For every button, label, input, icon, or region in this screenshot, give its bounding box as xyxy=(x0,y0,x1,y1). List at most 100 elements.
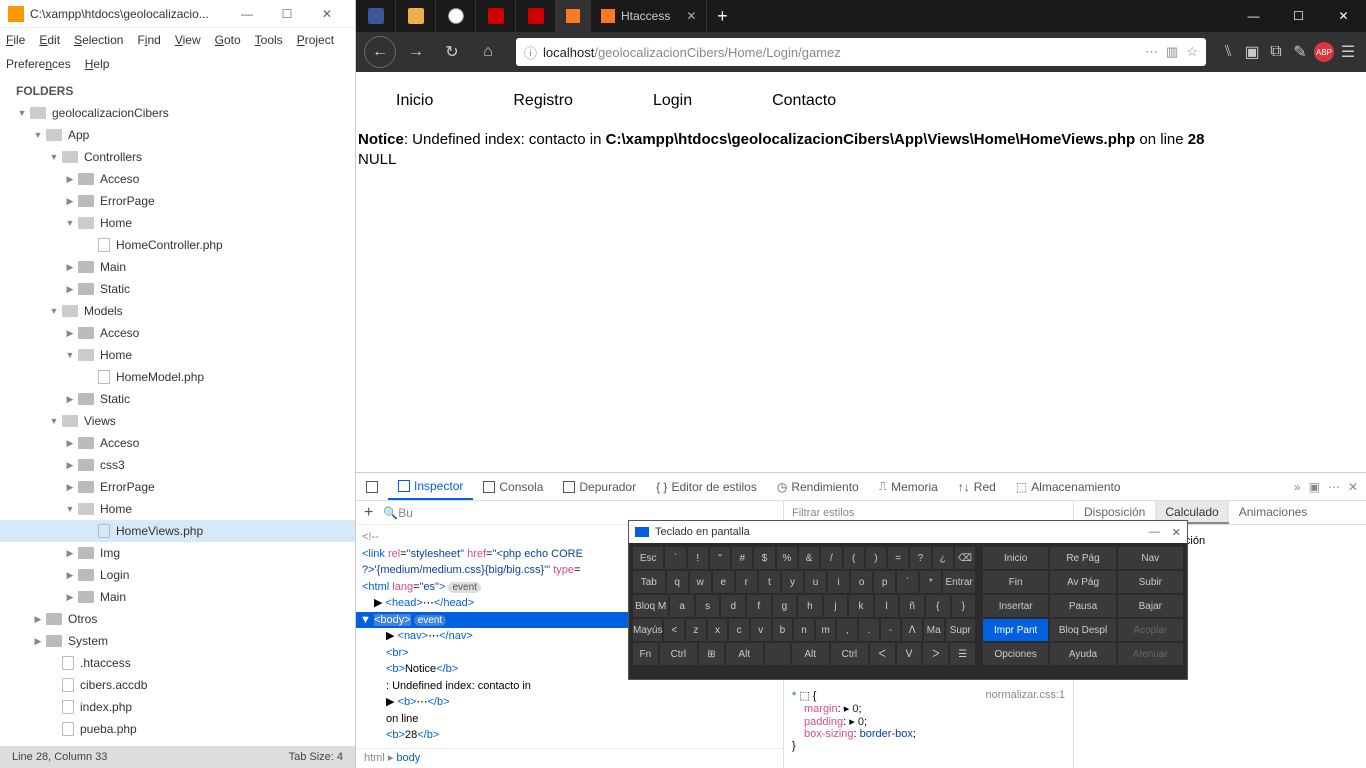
osk-key[interactable]: - xyxy=(881,619,901,641)
abp-icon[interactable]: ABP xyxy=(1314,42,1334,62)
osk-key[interactable]: d xyxy=(721,595,745,617)
tree-item[interactable]: ▼Home xyxy=(0,498,355,520)
osk-key[interactable] xyxy=(765,643,790,665)
tree-item[interactable]: ▶Acceso xyxy=(0,432,355,454)
osk-key[interactable]: ) xyxy=(866,547,886,569)
osk-key[interactable]: ´ xyxy=(897,571,918,593)
osk-key[interactable]: Ma xyxy=(924,619,944,641)
element-picker[interactable] xyxy=(356,473,388,500)
osk-key[interactable]: s xyxy=(696,595,720,617)
osk-key[interactable]: ᐯ xyxy=(897,643,922,665)
osk-key[interactable]: g xyxy=(773,595,797,617)
osk-key[interactable]: & xyxy=(799,547,819,569)
copy-icon[interactable]: ⧉ xyxy=(1266,42,1286,62)
tree-item[interactable]: cibers.accdb xyxy=(0,674,355,696)
osk-key[interactable]: Inicio xyxy=(983,547,1048,569)
tree-item[interactable]: .htaccess xyxy=(0,652,355,674)
osk-key[interactable]: Pausa xyxy=(1050,595,1115,617)
osk-key[interactable]: l xyxy=(875,595,899,617)
tree-item[interactable]: ▼geolocalizacionCibers xyxy=(0,102,355,124)
osk-key[interactable]: ? xyxy=(910,547,930,569)
osk-key[interactable]: * xyxy=(920,571,941,593)
osk-key[interactable]: t xyxy=(759,571,780,593)
osk-key[interactable]: " xyxy=(710,547,730,569)
osk-key[interactable]: Mayús xyxy=(633,619,662,641)
reload-button[interactable]: ↻ xyxy=(436,36,468,68)
menu-file[interactable]: File xyxy=(6,33,25,47)
tree-item[interactable]: ▶Acceso xyxy=(0,168,355,190)
breadcrumb[interactable]: html ▸ body xyxy=(356,748,783,768)
osk-key[interactable]: a xyxy=(670,595,694,617)
menu-selection[interactable]: Selection xyxy=(74,33,123,47)
tree-item[interactable]: ▼Controllers xyxy=(0,146,355,168)
nav-inicio[interactable]: Inicio xyxy=(396,92,433,110)
tab-close-icon[interactable]: ✕ xyxy=(686,9,696,23)
menu-help[interactable]: Help xyxy=(85,57,110,71)
bookmark-icon[interactable]: ☆ xyxy=(1186,44,1198,60)
tree-item[interactable]: ▶Login xyxy=(0,564,355,586)
tree-item[interactable]: ▶Acceso xyxy=(0,322,355,344)
maximize-button[interactable]: ☐ xyxy=(1276,1,1321,31)
info-icon[interactable]: ⓘ xyxy=(524,43,537,62)
osk-titlebar[interactable]: Teclado en pantalla — ✕ xyxy=(629,521,1187,543)
tree-item[interactable]: ▶Static xyxy=(0,388,355,410)
url-bar[interactable]: ⓘ localhost/geolocalizacionCibers/Home/L… xyxy=(516,38,1206,66)
osk-key[interactable]: r xyxy=(736,571,757,593)
osk-key[interactable]: e xyxy=(713,571,734,593)
pinned-tab-2[interactable] xyxy=(396,0,436,32)
back-button[interactable]: ← xyxy=(364,36,396,68)
tree-item[interactable]: HomeController.php xyxy=(0,234,355,256)
nav-login[interactable]: Login xyxy=(653,92,692,110)
osk-key[interactable]: y xyxy=(782,571,803,593)
osk-key[interactable]: p xyxy=(874,571,895,593)
tree-item[interactable]: ▼Home xyxy=(0,212,355,234)
osk-key[interactable]: / xyxy=(821,547,841,569)
tree-item[interactable]: HomeViews.php xyxy=(0,520,355,542)
add-icon[interactable]: + xyxy=(364,504,373,522)
tab-memory[interactable]: ⎍Memoria xyxy=(869,473,948,500)
menu-goto[interactable]: Goto xyxy=(215,33,241,47)
forward-button[interactable]: → xyxy=(400,36,432,68)
osk-key[interactable]: x xyxy=(708,619,728,641)
osk-key[interactable]: Acoplar xyxy=(1118,619,1183,641)
menu-project[interactable]: Project xyxy=(297,33,334,47)
settings-icon[interactable]: ⋯ xyxy=(1328,480,1340,494)
tree-item[interactable]: ▼Home xyxy=(0,344,355,366)
tree-item[interactable]: ▼Models xyxy=(0,300,355,322)
menu-view[interactable]: View xyxy=(175,33,201,47)
osk-key[interactable]: ᐸ xyxy=(870,643,895,665)
osk-key[interactable]: Bajar xyxy=(1118,595,1183,617)
osk-key[interactable]: ( xyxy=(844,547,864,569)
menu-icon[interactable]: ☰ xyxy=(1338,42,1358,62)
osk-key[interactable]: { xyxy=(926,595,950,617)
osk-key[interactable]: k xyxy=(849,595,873,617)
osk-key[interactable]: ⊞ xyxy=(699,643,724,665)
osk-key[interactable]: # xyxy=(732,547,752,569)
osk-key[interactable]: Esc xyxy=(633,547,663,569)
rdm-icon[interactable]: ▣ xyxy=(1309,480,1320,494)
osk-key[interactable]: ` xyxy=(665,547,685,569)
tree-item[interactable]: ▼Views xyxy=(0,410,355,432)
tab-style-editor[interactable]: { }Editor de estilos xyxy=(646,473,767,500)
osk-key[interactable]: w xyxy=(690,571,711,593)
osk-key[interactable]: Av Pág xyxy=(1050,571,1115,593)
tree-item[interactable]: ▶Main xyxy=(0,256,355,278)
pinned-tab-3[interactable] xyxy=(436,0,476,32)
close-devtools[interactable]: ✕ xyxy=(1348,480,1358,494)
osk-key[interactable]: z xyxy=(686,619,706,641)
osk-key[interactable]: m xyxy=(816,619,836,641)
dots-icon[interactable]: ⋯ xyxy=(1145,44,1158,60)
tree-item[interactable]: ▶Otros xyxy=(0,608,355,630)
tree-item[interactable]: ▶System xyxy=(0,630,355,652)
sidebar-icon[interactable]: ▣ xyxy=(1242,42,1262,62)
pinned-tab-4[interactable] xyxy=(476,0,516,32)
onscreen-keyboard[interactable]: Teclado en pantalla — ✕ Esc`!"#$%&/()=?¿… xyxy=(628,520,1188,680)
osk-key[interactable]: ⌫ xyxy=(955,547,975,569)
osk-key[interactable]: c xyxy=(729,619,749,641)
osk-minimize[interactable]: — xyxy=(1149,526,1160,539)
tab-network[interactable]: ↑↓Red xyxy=(948,473,1006,500)
osk-key[interactable]: Bloq M xyxy=(633,595,668,617)
tree-item[interactable]: index.php xyxy=(0,696,355,718)
tab-inspector[interactable]: Inspector xyxy=(388,473,473,500)
osk-key[interactable]: Ctrl xyxy=(660,643,697,665)
